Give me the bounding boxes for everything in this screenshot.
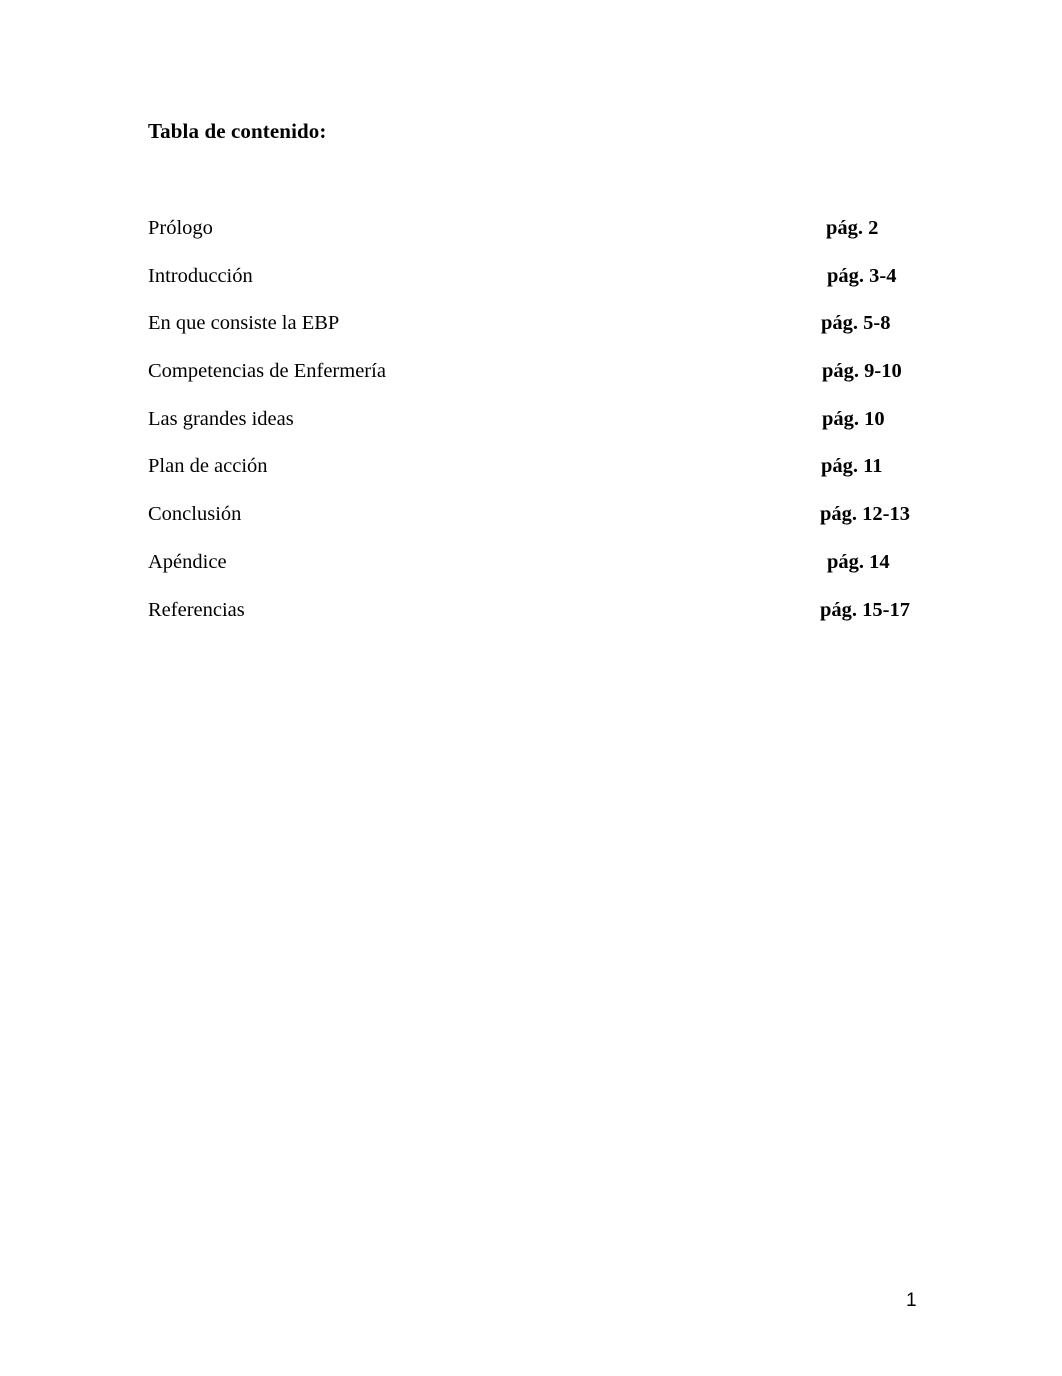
toc-row[interactable]: Apéndice pág. 14 [148,550,918,598]
toc-entry-label: En que consiste la EBP [148,312,340,335]
toc-entry-page-reference: pág. 9-10 [822,360,902,383]
toc-row[interactable]: Introducción pág. 3-4 [148,264,918,312]
toc-entry-label: Plan de acción [148,455,268,478]
toc-entry-page-reference: pág. 12-13 [820,503,910,526]
table-of-contents-list: Prólogo pág. 2 Introducción pág. 3-4 En que … [148,216,918,645]
toc-row[interactable]: Referencias pág. 15-17 [148,598,918,646]
toc-row[interactable]: Competencias de Enfermería pág. 9-10 [148,359,918,407]
toc-entry-page-reference: pág. 2 [826,217,879,239]
toc-row[interactable]: Las grandes ideas pág. 10 [148,407,918,455]
toc-entry-page-reference: pág. 3-4 [827,264,897,287]
page-number-footer: 1 [906,1290,917,1311]
toc-row[interactable]: En que consiste la EBP pág. 5-8 [148,311,918,359]
toc-entry-page-reference: pág. 11 [821,455,883,478]
toc-entry-page-reference: pág. 15-17 [820,598,910,621]
toc-entry-label: Introducción [148,264,253,287]
toc-row[interactable]: Prólogo pág. 2 [148,216,918,264]
toc-entry-page-reference: pág. 5-8 [821,312,891,335]
toc-entry-label: Referencias [148,598,245,621]
toc-entry-label: Las grandes ideas [148,407,294,430]
toc-entry-label: Conclusión [148,503,242,526]
toc-entry-label: Prólogo [148,217,213,239]
page-title: Tabla de contenido: [148,119,327,143]
toc-entry-label: Apéndice [148,550,227,573]
toc-row[interactable]: Plan de acción pág. 11 [148,454,918,502]
toc-row[interactable]: Conclusión pág. 12-13 [148,502,918,550]
toc-entry-label: Competencias de Enfermería [148,360,386,383]
document-page: Tabla de contenido: Prólogo pág. 2 Introdu… [0,0,1062,1376]
toc-entry-page-reference: pág. 14 [827,550,890,573]
toc-entry-page-reference: pág. 10 [822,407,885,430]
